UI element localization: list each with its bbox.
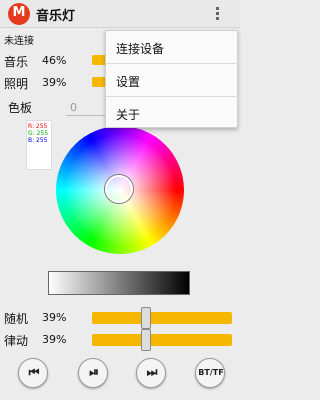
- rhythm-slider[interactable]: [92, 329, 232, 351]
- rgb-blue: B: 255: [28, 137, 48, 144]
- menu-item-connect[interactable]: 连接设备: [106, 31, 239, 63]
- random-slider-thumb[interactable]: [141, 307, 151, 329]
- brightness-gradient-bar[interactable]: [48, 271, 190, 295]
- next-icon: ⏭: [146, 365, 158, 379]
- menu-item-settings[interactable]: 设置: [106, 64, 239, 96]
- play-pause-icon: ⏯: [89, 365, 99, 379]
- previous-button[interactable]: ⏮: [18, 358, 48, 388]
- music-label: 音乐: [4, 55, 29, 69]
- bt-tf-label: BT/TF: [198, 368, 224, 377]
- menu-item-about[interactable]: 关于: [106, 97, 239, 129]
- bt-tf-button[interactable]: BT/TF: [195, 358, 225, 388]
- rhythm-slider-thumb[interactable]: [141, 329, 151, 351]
- music-value: 46%: [42, 54, 67, 67]
- random-label: 随机: [4, 312, 29, 326]
- rhythm-value: 39%: [42, 333, 67, 346]
- app-logo-icon: M: [8, 3, 30, 25]
- light-label: 照明: [4, 77, 29, 91]
- random-slider[interactable]: [92, 307, 232, 329]
- palette-label: 色板: [8, 101, 33, 115]
- overflow-menu-icon[interactable]: [214, 6, 220, 22]
- rhythm-label: 律动: [4, 334, 29, 348]
- next-button[interactable]: ⏭: [136, 358, 166, 388]
- app-title: 音乐灯: [36, 9, 76, 24]
- rgb-green: G: 255: [28, 130, 49, 137]
- connection-status: 未连接: [4, 36, 34, 47]
- play-pause-button[interactable]: ⏯: [78, 358, 108, 388]
- rgb-red: R: 255: [28, 123, 48, 130]
- rgb-readout: R: 255 G: 255 B: 255: [26, 120, 52, 170]
- light-value: 39%: [42, 76, 67, 89]
- overflow-menu: 连接设备 设置 关于: [105, 30, 239, 129]
- color-wheel-handle[interactable]: [105, 175, 133, 203]
- previous-icon: ⏮: [28, 365, 40, 379]
- random-value: 39%: [42, 311, 67, 324]
- action-bar: M 音乐灯: [0, 0, 240, 28]
